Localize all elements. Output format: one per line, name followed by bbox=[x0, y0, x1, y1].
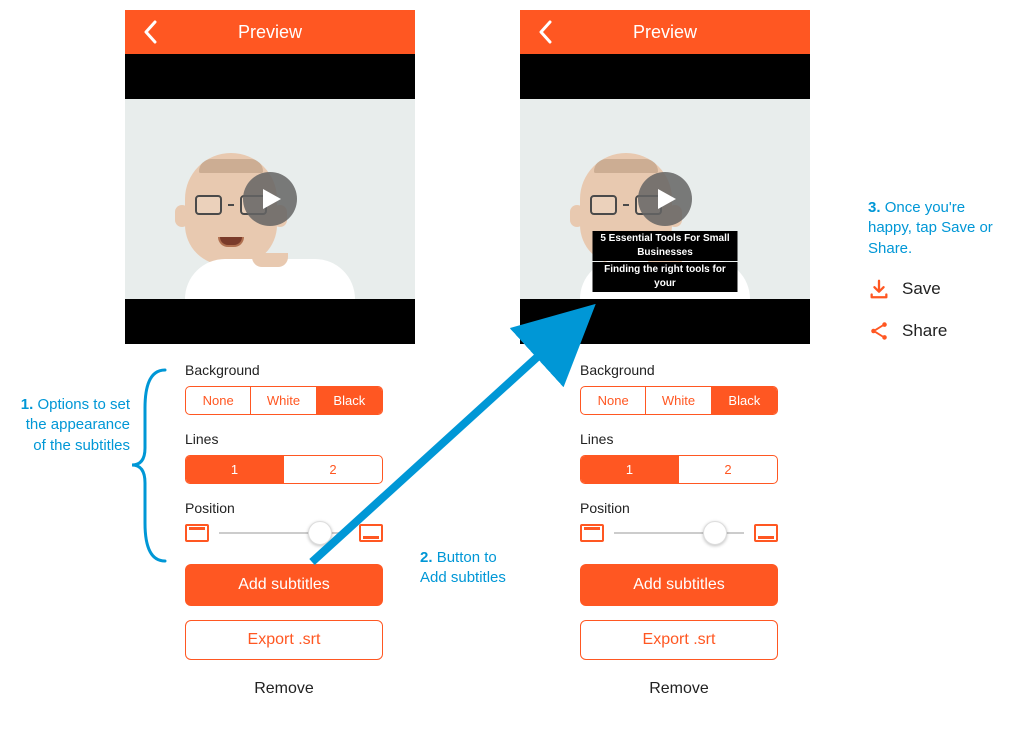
lines-option-2[interactable]: 2 bbox=[284, 456, 382, 483]
background-option-white[interactable]: White bbox=[646, 387, 711, 414]
annotation-2-text: Button to Add subtitles bbox=[420, 549, 506, 586]
position-top-icon bbox=[580, 524, 604, 542]
position-slider[interactable] bbox=[580, 524, 778, 542]
add-subtitles-button[interactable]: Add subtitles bbox=[185, 564, 383, 606]
chevron-left-icon bbox=[143, 20, 159, 44]
play-icon bbox=[656, 187, 678, 211]
video-preview[interactable]: 5 Essential Tools For Small Businesses F… bbox=[520, 54, 810, 344]
nav-title: Preview bbox=[238, 22, 302, 43]
slider-thumb[interactable] bbox=[308, 521, 332, 545]
lines-option-2[interactable]: 2 bbox=[679, 456, 777, 483]
position-label: Position bbox=[185, 500, 383, 516]
back-button[interactable] bbox=[137, 18, 165, 46]
share-action[interactable]: Share bbox=[868, 320, 947, 342]
save-action[interactable]: Save bbox=[868, 278, 941, 300]
nav-bar: Preview bbox=[125, 10, 415, 54]
background-option-none[interactable]: None bbox=[186, 387, 251, 414]
lines-label: Lines bbox=[185, 431, 383, 447]
add-subtitles-button[interactable]: Add subtitles bbox=[580, 564, 778, 606]
subtitle-overlay: 5 Essential Tools For Small Businesses F… bbox=[593, 231, 738, 293]
annotation-1-number: 1. bbox=[21, 396, 34, 413]
download-icon bbox=[868, 278, 890, 300]
slider-track[interactable] bbox=[219, 532, 349, 534]
lines-option-1[interactable]: 1 bbox=[581, 456, 679, 483]
annotation-2-number: 2. bbox=[420, 549, 433, 566]
annotation-3-text: Once you're happy, tap Save or Share. bbox=[868, 199, 993, 257]
annotation-2: 2. Button to Add subtitles bbox=[420, 548, 520, 589]
video-frame: 5 Essential Tools For Small Businesses F… bbox=[520, 99, 810, 299]
lines-segmented[interactable]: 1 2 bbox=[580, 455, 778, 484]
annotation-3: 3. Once you're happy, tap Save or Share. bbox=[868, 198, 1008, 259]
annotation-1: 1. Options to set the appearance of the … bbox=[20, 395, 130, 456]
chevron-left-icon bbox=[538, 20, 554, 44]
play-button[interactable] bbox=[243, 172, 297, 226]
subtitle-controls: Background None White Black Lines 1 2 Po… bbox=[520, 344, 810, 698]
position-bottom-icon bbox=[754, 524, 778, 542]
background-label: Background bbox=[580, 362, 778, 378]
export-srt-button[interactable]: Export .srt bbox=[580, 620, 778, 660]
background-label: Background bbox=[185, 362, 383, 378]
share-icon bbox=[868, 320, 890, 342]
video-frame bbox=[125, 99, 415, 299]
phone-screen-left: Preview Background None White Black bbox=[125, 10, 415, 698]
brace-icon bbox=[130, 368, 170, 563]
nav-bar: Preview bbox=[520, 10, 810, 54]
export-srt-button[interactable]: Export .srt bbox=[185, 620, 383, 660]
position-slider[interactable] bbox=[185, 524, 383, 542]
slider-thumb[interactable] bbox=[703, 521, 727, 545]
background-option-white[interactable]: White bbox=[251, 387, 316, 414]
annotation-3-number: 3. bbox=[868, 199, 881, 216]
position-bottom-icon bbox=[359, 524, 383, 542]
back-button[interactable] bbox=[532, 18, 560, 46]
remove-button[interactable]: Remove bbox=[185, 680, 383, 698]
share-label: Share bbox=[902, 321, 947, 341]
position-label: Position bbox=[580, 500, 778, 516]
lines-option-1[interactable]: 1 bbox=[186, 456, 284, 483]
background-segmented[interactable]: None White Black bbox=[580, 386, 778, 415]
lines-label: Lines bbox=[580, 431, 778, 447]
background-segmented[interactable]: None White Black bbox=[185, 386, 383, 415]
lines-segmented[interactable]: 1 2 bbox=[185, 455, 383, 484]
remove-button[interactable]: Remove bbox=[580, 680, 778, 698]
play-icon bbox=[261, 187, 283, 211]
nav-title: Preview bbox=[633, 22, 697, 43]
play-button[interactable] bbox=[638, 172, 692, 226]
background-option-black[interactable]: Black bbox=[317, 387, 382, 414]
video-preview[interactable] bbox=[125, 54, 415, 344]
annotation-1-text: Options to set the appearance of the sub… bbox=[26, 396, 130, 454]
position-top-icon bbox=[185, 524, 209, 542]
subtitle-line-2: Finding the right tools for your bbox=[593, 262, 738, 292]
subtitle-line-1: 5 Essential Tools For Small Businesses bbox=[593, 231, 738, 261]
phone-screen-right: Preview 5 Essential Tools For Small Busi… bbox=[520, 10, 810, 698]
save-label: Save bbox=[902, 279, 941, 299]
slider-track[interactable] bbox=[614, 532, 744, 534]
background-option-none[interactable]: None bbox=[581, 387, 646, 414]
background-option-black[interactable]: Black bbox=[712, 387, 777, 414]
